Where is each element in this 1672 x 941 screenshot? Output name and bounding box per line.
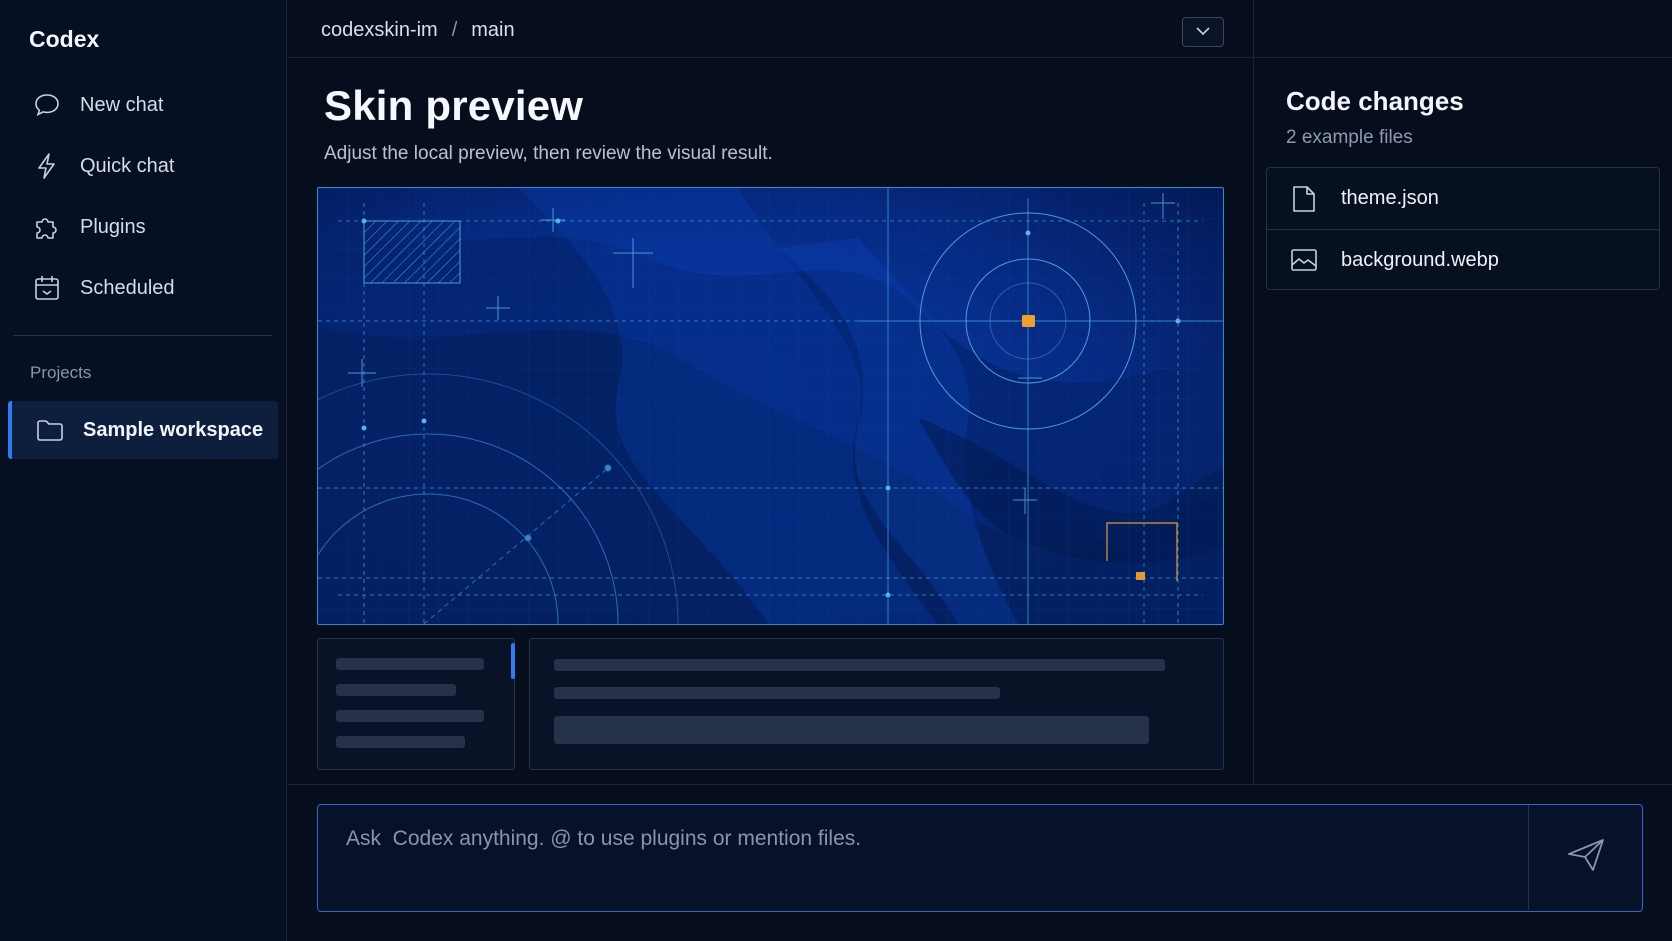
send-icon: [1566, 837, 1606, 878]
file-item-background-webp[interactable]: background.webp: [1267, 229, 1659, 290]
changed-files-list: theme.json background.webp: [1266, 167, 1660, 290]
code-changes-count: 2 example files: [1286, 127, 1413, 148]
sidebar: Codex New chat Quick chat Plugins Schedu…: [0, 0, 287, 941]
placeholder-line: [336, 710, 484, 722]
preview-detail-panel: [529, 638, 1224, 770]
sidebar-item-new-chat[interactable]: New chat: [14, 80, 278, 130]
chat-bubble-icon: [31, 89, 63, 121]
app-window: Codex New chat Quick chat Plugins Schedu…: [0, 0, 1672, 941]
composer: [317, 804, 1643, 912]
panel-divider: [1253, 0, 1254, 784]
placeholder-line: [336, 736, 465, 748]
page-subtitle: Adjust the local preview, then review th…: [324, 143, 773, 164]
placeholder-block: [554, 716, 1149, 744]
send-button[interactable]: [1528, 805, 1642, 910]
scrollbar-thumb[interactable]: [511, 643, 515, 679]
project-item-sample-workspace[interactable]: Sample workspace: [8, 401, 278, 459]
placeholder-line: [554, 687, 1000, 699]
branch-dropdown-button[interactable]: [1182, 17, 1224, 47]
projects-heading: Projects: [30, 363, 92, 382]
chevron-down-icon: [1195, 23, 1211, 41]
puzzle-icon: [31, 211, 63, 243]
preview-list-panel: [317, 638, 515, 770]
breadcrumb-separator: /: [451, 19, 458, 41]
sidebar-divider: [13, 335, 272, 336]
project-label: Sample workspace: [83, 418, 264, 441]
code-changes-title: Code changes: [1286, 86, 1464, 116]
lightning-icon: [31, 150, 63, 182]
prompt-input[interactable]: [318, 805, 1526, 910]
file-name: background.webp: [1341, 248, 1499, 271]
file-name: theme.json: [1341, 187, 1439, 209]
folder-icon: [34, 414, 66, 446]
breadcrumb: codexskin-im / main: [321, 19, 515, 42]
composer-divider: [288, 784, 1672, 785]
placeholder-line: [554, 659, 1165, 671]
sidebar-item-scheduled[interactable]: Scheduled: [14, 263, 278, 313]
skin-preview-image: [317, 187, 1224, 625]
sidebar-item-label: Quick chat: [80, 154, 175, 177]
file-item-theme-json[interactable]: theme.json: [1267, 168, 1659, 229]
page-title: Skin preview: [324, 82, 584, 129]
sidebar-item-quick-chat[interactable]: Quick chat: [14, 141, 278, 191]
breadcrumb-branch[interactable]: main: [471, 19, 514, 42]
image-icon: [1289, 245, 1319, 275]
app-title: Codex: [29, 26, 100, 52]
sidebar-item-label: New chat: [80, 93, 164, 116]
sidebar-item-label: Plugins: [80, 215, 146, 238]
calendar-icon: [31, 272, 63, 304]
breadcrumb-repo[interactable]: codexskin-im: [321, 19, 438, 42]
placeholder-line: [336, 684, 456, 696]
sidebar-item-plugins[interactable]: Plugins: [14, 202, 278, 252]
top-bar: codexskin-im / main: [288, 0, 1672, 58]
placeholder-line: [336, 658, 484, 670]
sidebar-item-label: Scheduled: [80, 276, 175, 299]
file-icon: [1289, 184, 1319, 214]
